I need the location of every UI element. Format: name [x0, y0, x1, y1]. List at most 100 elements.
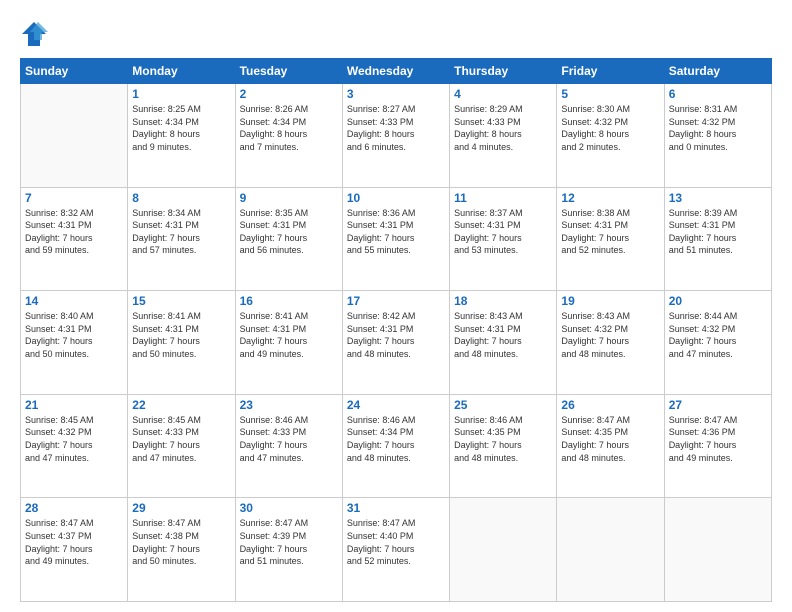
day-number: 24 [347, 398, 445, 412]
calendar-cell [557, 498, 664, 602]
day-info: Sunrise: 8:47 AMSunset: 4:39 PMDaylight:… [240, 517, 338, 567]
day-info: Sunrise: 8:38 AMSunset: 4:31 PMDaylight:… [561, 207, 659, 257]
calendar-cell: 12 Sunrise: 8:38 AMSunset: 4:31 PMDayligh… [557, 187, 664, 291]
day-info: Sunrise: 8:25 AMSunset: 4:34 PMDaylight:… [132, 103, 230, 153]
calendar-cell: 29 Sunrise: 8:47 AMSunset: 4:38 PMDayligh… [128, 498, 235, 602]
calendar-cell [450, 498, 557, 602]
day-info: Sunrise: 8:41 AMSunset: 4:31 PMDaylight:… [240, 310, 338, 360]
day-number: 25 [454, 398, 552, 412]
day-info: Sunrise: 8:43 AMSunset: 4:32 PMDaylight:… [561, 310, 659, 360]
day-number: 21 [25, 398, 123, 412]
weekday-header-row: SundayMondayTuesdayWednesdayThursdayFrid… [21, 59, 772, 84]
calendar-cell: 28Sunrise: 8:47 AMSunset: 4:37 PMDayligh… [21, 498, 128, 602]
day-number: 22 [132, 398, 230, 412]
calendar-cell: 7 Sunrise: 8:32 AMSunset: 4:31 PMDaylight… [21, 187, 128, 291]
day-info: Sunrise: 8:46 AMSunset: 4:35 PMDaylight:… [454, 414, 552, 464]
calendar-cell: 18 Sunrise: 8:43 AMSunset: 4:31 PMDayligh… [450, 291, 557, 395]
calendar-cell: 27Sunrise: 8:47 AMSunset: 4:36 PMDayligh… [664, 394, 771, 498]
day-number: 20 [669, 294, 767, 308]
day-info: Sunrise: 8:46 AMSunset: 4:33 PMDaylight:… [240, 414, 338, 464]
day-info: Sunrise: 8:46 AMSunset: 4:34 PMDaylight:… [347, 414, 445, 464]
day-info: Sunrise: 8:47 AMSunset: 4:36 PMDaylight:… [669, 414, 767, 464]
day-number: 8 [132, 191, 230, 205]
calendar-cell: 19 Sunrise: 8:43 AMSunset: 4:32 PMDayligh… [557, 291, 664, 395]
week-row-1: 1Sunrise: 8:25 AMSunset: 4:34 PMDaylight… [21, 84, 772, 188]
calendar-cell: 24 Sunrise: 8:46 AMSunset: 4:34 PMDayligh… [342, 394, 449, 498]
day-number: 15 [132, 294, 230, 308]
calendar-cell [664, 498, 771, 602]
logo [20, 18, 52, 48]
day-info: Sunrise: 8:32 AMSunset: 4:31 PMDaylight:… [25, 207, 123, 257]
day-info: Sunrise: 8:41 AMSunset: 4:31 PMDaylight:… [132, 310, 230, 360]
day-number: 17 [347, 294, 445, 308]
day-number: 11 [454, 191, 552, 205]
day-number: 3 [347, 87, 445, 101]
day-number: 13 [669, 191, 767, 205]
calendar-cell: 31 Sunrise: 8:47 AMSunset: 4:40 PMDayligh… [342, 498, 449, 602]
day-info: Sunrise: 8:34 AMSunset: 4:31 PMDaylight:… [132, 207, 230, 257]
day-info: Sunrise: 8:45 AMSunset: 4:33 PMDaylight:… [132, 414, 230, 464]
day-info: Sunrise: 8:47 AMSunset: 4:40 PMDaylight:… [347, 517, 445, 567]
day-number: 30 [240, 501, 338, 515]
day-info: Sunrise: 8:43 AMSunset: 4:31 PMDaylight:… [454, 310, 552, 360]
weekday-monday: Monday [128, 59, 235, 84]
day-info: Sunrise: 8:27 AMSunset: 4:33 PMDaylight:… [347, 103, 445, 153]
week-row-5: 28Sunrise: 8:47 AMSunset: 4:37 PMDayligh… [21, 498, 772, 602]
day-number: 18 [454, 294, 552, 308]
calendar-cell: 26 Sunrise: 8:47 AMSunset: 4:35 PMDayligh… [557, 394, 664, 498]
day-info: Sunrise: 8:31 AMSunset: 4:32 PMDaylight:… [669, 103, 767, 153]
day-number: 7 [25, 191, 123, 205]
calendar-cell: 21 Sunrise: 8:45 AMSunset: 4:32 PMDayligh… [21, 394, 128, 498]
calendar-cell: 5 Sunrise: 8:30 AMSunset: 4:32 PMDaylight… [557, 84, 664, 188]
weekday-friday: Friday [557, 59, 664, 84]
calendar-cell: 6 Sunrise: 8:31 AMSunset: 4:32 PMDaylight… [664, 84, 771, 188]
calendar-cell: 16 Sunrise: 8:41 AMSunset: 4:31 PMDayligh… [235, 291, 342, 395]
day-info: Sunrise: 8:40 AMSunset: 4:31 PMDaylight:… [25, 310, 123, 360]
day-number: 10 [347, 191, 445, 205]
calendar-cell: 22 Sunrise: 8:45 AMSunset: 4:33 PMDayligh… [128, 394, 235, 498]
day-number: 28 [25, 501, 123, 515]
day-number: 9 [240, 191, 338, 205]
header [20, 18, 772, 48]
day-number: 4 [454, 87, 552, 101]
page: SundayMondayTuesdayWednesdayThursdayFrid… [0, 0, 792, 612]
day-number: 26 [561, 398, 659, 412]
day-number: 2 [240, 87, 338, 101]
calendar-cell: 20Sunrise: 8:44 AMSunset: 4:32 PMDayligh… [664, 291, 771, 395]
day-info: Sunrise: 8:29 AMSunset: 4:33 PMDaylight:… [454, 103, 552, 153]
calendar-cell: 4 Sunrise: 8:29 AMSunset: 4:33 PMDaylight… [450, 84, 557, 188]
calendar-cell: 23Sunrise: 8:46 AMSunset: 4:33 PMDayligh… [235, 394, 342, 498]
calendar-cell: 17 Sunrise: 8:42 AMSunset: 4:31 PMDayligh… [342, 291, 449, 395]
calendar-cell [21, 84, 128, 188]
calendar-cell: 8 Sunrise: 8:34 AMSunset: 4:31 PMDaylight… [128, 187, 235, 291]
day-number: 12 [561, 191, 659, 205]
day-number: 5 [561, 87, 659, 101]
day-number: 16 [240, 294, 338, 308]
day-info: Sunrise: 8:45 AMSunset: 4:32 PMDaylight:… [25, 414, 123, 464]
day-info: Sunrise: 8:36 AMSunset: 4:31 PMDaylight:… [347, 207, 445, 257]
calendar-cell: 1Sunrise: 8:25 AMSunset: 4:34 PMDaylight… [128, 84, 235, 188]
day-number: 6 [669, 87, 767, 101]
day-info: Sunrise: 8:37 AMSunset: 4:31 PMDaylight:… [454, 207, 552, 257]
calendar-cell: 13Sunrise: 8:39 AMSunset: 4:31 PMDayligh… [664, 187, 771, 291]
weekday-thursday: Thursday [450, 59, 557, 84]
calendar-cell: 14 Sunrise: 8:40 AMSunset: 4:31 PMDayligh… [21, 291, 128, 395]
weekday-saturday: Saturday [664, 59, 771, 84]
week-row-4: 21 Sunrise: 8:45 AMSunset: 4:32 PMDayligh… [21, 394, 772, 498]
day-info: Sunrise: 8:47 AMSunset: 4:38 PMDaylight:… [132, 517, 230, 567]
day-number: 29 [132, 501, 230, 515]
calendar-cell: 10 Sunrise: 8:36 AMSunset: 4:31 PMDayligh… [342, 187, 449, 291]
day-number: 14 [25, 294, 123, 308]
day-number: 31 [347, 501, 445, 515]
day-info: Sunrise: 8:42 AMSunset: 4:31 PMDaylight:… [347, 310, 445, 360]
day-info: Sunrise: 8:35 AMSunset: 4:31 PMDaylight:… [240, 207, 338, 257]
weekday-tuesday: Tuesday [235, 59, 342, 84]
calendar-cell: 9 Sunrise: 8:35 AMSunset: 4:31 PMDaylight… [235, 187, 342, 291]
calendar-cell: 2Sunrise: 8:26 AMSunset: 4:34 PMDaylight… [235, 84, 342, 188]
calendar-cell: 15 Sunrise: 8:41 AMSunset: 4:31 PMDayligh… [128, 291, 235, 395]
day-number: 19 [561, 294, 659, 308]
day-info: Sunrise: 8:47 AMSunset: 4:35 PMDaylight:… [561, 414, 659, 464]
logo-icon [20, 20, 48, 48]
weekday-sunday: Sunday [21, 59, 128, 84]
day-info: Sunrise: 8:30 AMSunset: 4:32 PMDaylight:… [561, 103, 659, 153]
